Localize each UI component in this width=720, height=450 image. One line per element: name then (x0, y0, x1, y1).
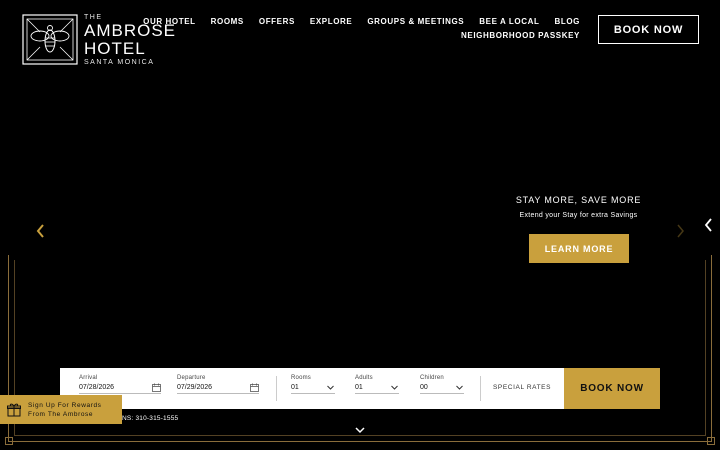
chevron-right-icon[interactable] (672, 222, 688, 240)
nav-neighborhood-passkey[interactable]: NEIGHBORHOOD PASSKEY (461, 31, 580, 40)
children-select[interactable]: Children 00 (420, 375, 464, 394)
hero-title: STAY MORE, SAVE MORE (515, 195, 642, 205)
learn-more-button[interactable]: LEARN MORE (529, 234, 629, 263)
children-value: 00 (420, 384, 428, 391)
chevron-down-icon (391, 385, 398, 390)
nav-bee-a-local[interactable]: BEE A LOCAL (479, 17, 539, 26)
deco-corner (707, 437, 715, 445)
hero-subtitle: Extend your Stay for extra Savings (519, 212, 638, 219)
chevron-left-icon[interactable] (33, 222, 49, 240)
book-now-header-button[interactable]: BOOK NOW (598, 15, 699, 44)
nav-blog[interactable]: BLOG (554, 17, 580, 26)
booking-bar: Arrival 07/28/2026 Departure 07/29/2026 … (60, 368, 660, 409)
gift-icon (7, 403, 21, 416)
chevron-down-icon (327, 385, 334, 390)
chevron-down-icon (456, 385, 463, 390)
arrival-value: 07/28/2026 (79, 384, 115, 391)
rewards-line2: From The Ambrose (28, 410, 94, 418)
adults-value: 01 (355, 384, 363, 391)
deco-corner (5, 437, 13, 445)
reservations-phone[interactable]: NS: 310-315-1555 (122, 415, 178, 422)
main-nav: OUR HOTEL ROOMS OFFERS EXPLORE GROUPS & … (143, 17, 580, 40)
departure-field[interactable]: Departure 07/29/2026 (177, 375, 259, 394)
nav-rooms[interactable]: ROOMS (211, 17, 244, 26)
nav-groups-meetings[interactable]: GROUPS & MEETINGS (367, 17, 464, 26)
children-label: Children (420, 375, 444, 381)
special-rates-link[interactable]: SPECIAL RATES (493, 384, 551, 391)
rewards-signup-tab[interactable]: Sign Up For Rewards From The Ambrose (0, 395, 122, 424)
calendar-icon[interactable] (152, 383, 161, 392)
calendar-icon[interactable] (250, 383, 259, 392)
side-chevron-icon (704, 218, 712, 232)
rewards-line1: Sign Up For Rewards (28, 401, 102, 409)
chevron-down-icon[interactable] (354, 425, 366, 435)
departure-label: Departure (177, 375, 206, 381)
bee-logo-icon (22, 14, 78, 65)
departure-value: 07/29/2026 (177, 384, 213, 391)
bar-divider (480, 376, 481, 401)
arrival-field[interactable]: Arrival 07/28/2026 (79, 375, 161, 394)
rooms-value: 01 (291, 384, 299, 391)
logo-sub: SANTA MONICA (84, 59, 155, 66)
arrival-label: Arrival (79, 375, 98, 381)
bar-divider (276, 376, 277, 401)
nav-our-hotel[interactable]: OUR HOTEL (143, 17, 196, 26)
nav-offers[interactable]: OFFERS (259, 17, 295, 26)
nav-explore[interactable]: EXPLORE (310, 17, 352, 26)
logo-line2: HOTEL (84, 39, 146, 58)
adults-label: Adults (355, 375, 373, 381)
side-panel-toggle[interactable] (698, 210, 720, 240)
adults-select[interactable]: Adults 01 (355, 375, 399, 394)
book-now-button[interactable]: BOOK NOW (564, 368, 660, 409)
rooms-label: Rooms (291, 375, 312, 381)
rooms-select[interactable]: Rooms 01 (291, 375, 335, 394)
